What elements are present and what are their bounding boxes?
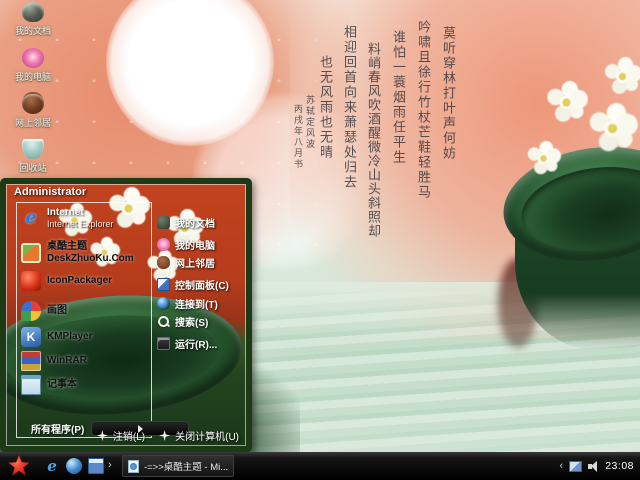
- network-tray-icon[interactable]: [569, 460, 583, 472]
- theme-icon: [21, 242, 41, 263]
- my-documents-icon: [157, 216, 170, 229]
- my-documents-icon: [22, 2, 44, 22]
- volume-tray-icon[interactable]: [588, 460, 599, 472]
- start-button[interactable]: [8, 455, 30, 476]
- calligraphy-column: 吟啸且徐行竹杖芒鞋轻胜马: [415, 20, 430, 200]
- menu-item-paint[interactable]: 画图: [21, 301, 147, 321]
- ie-document-icon: [128, 459, 139, 473]
- menu-item-notepad[interactable]: 记事本: [21, 375, 147, 395]
- menu-item-title: WinRAR: [47, 355, 87, 367]
- menu-item-subtitle: Internet Explorer: [47, 218, 114, 229]
- network-places-icon: [22, 94, 44, 114]
- flower-blossom: [559, 95, 574, 110]
- menu-item-search[interactable]: 搜索(S): [157, 314, 251, 329]
- my-computer-icon: [22, 48, 44, 68]
- menu-item-label: 控制面板(C): [175, 281, 229, 292]
- menu-item-title: 记事本: [47, 379, 77, 391]
- tray-chevron-icon[interactable]: ‹: [560, 460, 564, 472]
- desktop-icon-my-documents[interactable]: 我的文档: [2, 2, 64, 46]
- taskbar: e › -=>>桌酷主题 - Mi... ‹ 23:08: [0, 452, 640, 480]
- start-menu-pinned-panel: e Internet Internet Explorer 桌酷主题DeskZhu…: [16, 202, 152, 438]
- menu-item-iconpackager[interactable]: IconPackager: [21, 271, 147, 291]
- menu-item-title: 画图: [47, 305, 67, 317]
- task-button-ie-window[interactable]: -=>>桌酷主题 - Mi...: [122, 455, 234, 477]
- menu-item-label: 连接到(T): [175, 300, 218, 311]
- paint-icon: [21, 301, 41, 321]
- menu-item-internet[interactable]: e Internet Internet Explorer: [21, 207, 147, 229]
- quick-launch-overflow-chevron[interactable]: ›: [108, 459, 112, 471]
- star-icon: [96, 430, 108, 441]
- kmplayer-icon: K: [21, 327, 41, 347]
- desktop-icon-recycle-bin[interactable]: 回收站: [2, 139, 64, 183]
- taskbar-clock: 23:08: [605, 460, 634, 472]
- start-menu-content: Administrator e Internet Internet Explor…: [6, 184, 246, 446]
- calligraphy-signature: 丙戌年八月书: [292, 104, 302, 170]
- menu-item-control-panel[interactable]: 控制面板(C): [157, 277, 251, 292]
- all-programs-label: 所有程序(P): [31, 425, 85, 436]
- desktop: 莫听穿林打叶声何妨 吟啸且徐行竹杖芒鞋轻胜马 谁怕一蓑烟雨任平生 料峭春风吹酒醒…: [0, 0, 640, 480]
- start-menu-footer: 注销(L) 关闭计算机(U): [96, 428, 239, 443]
- iconpackager-icon: [21, 271, 41, 291]
- start-menu-username: Administrator: [14, 186, 87, 198]
- menu-item-run[interactable]: 运行(R)...: [157, 336, 251, 351]
- menu-item-label: 我的电脑: [175, 241, 215, 252]
- system-tray: ‹ 23:08: [560, 452, 638, 480]
- notepad-icon: [21, 375, 41, 395]
- menu-item-label: 我的文档: [175, 219, 215, 230]
- calligraphy-column: 也无风雨也无晴: [317, 55, 332, 160]
- menu-item-my-computer[interactable]: 我的电脑: [157, 237, 251, 252]
- my-computer-icon: [157, 238, 170, 251]
- network-places-icon: [157, 256, 170, 269]
- start-menu: Administrator e Internet Internet Explor…: [0, 178, 252, 452]
- menu-item-network-places[interactable]: 网上邻居: [157, 255, 251, 270]
- flower-blossom: [537, 152, 550, 165]
- calligraphy-column: 相迎回首向来萧瑟处归去: [341, 25, 356, 190]
- desktop-icon-label: 我的文档: [14, 26, 51, 36]
- turn-off-label: 关闭计算机(U): [175, 432, 239, 443]
- calligraphy-signature: 苏轼定风波: [304, 95, 314, 150]
- desktop-icon-label: 我的电脑: [14, 72, 51, 82]
- star-icon: [159, 430, 171, 441]
- menu-item-connect-to[interactable]: 连接到(T): [157, 296, 251, 311]
- desktop-icon-my-computer[interactable]: 我的电脑: [2, 48, 64, 92]
- desktop-icon-network-places[interactable]: 网上邻居: [2, 94, 64, 138]
- desktop-icon-label: 网上邻居: [14, 118, 51, 128]
- menu-item-label: 网上邻居: [175, 259, 215, 270]
- menu-item-kmplayer[interactable]: K KMPlayer: [21, 327, 147, 347]
- log-off-label: 注销(L): [112, 432, 146, 443]
- search-icon: [157, 315, 170, 328]
- desktop-icon-label: 回收站: [19, 163, 47, 173]
- task-button-label: -=>>桌酷主题 - Mi...: [143, 462, 228, 473]
- flower-blossom: [616, 70, 629, 83]
- menu-item-title: Internet: [47, 207, 84, 218]
- menu-item-label: 搜索(S): [175, 318, 209, 329]
- turn-off-computer-button[interactable]: 关闭计算机(U): [159, 428, 239, 443]
- menu-item-title: KMPlayer: [47, 331, 93, 343]
- globe-icon: [157, 297, 170, 310]
- flower-blossom: [604, 120, 621, 137]
- menu-item-my-documents[interactable]: 我的文档: [157, 215, 251, 230]
- quick-launch-window-icon[interactable]: [88, 458, 104, 474]
- calligraphy-column: 莫听穿林打叶声何妨: [440, 26, 455, 161]
- winrar-icon: [21, 351, 41, 371]
- menu-item-title: 桌酷主题DeskZhuoKu.Com: [47, 241, 134, 264]
- menu-item-deskzhuoku-theme[interactable]: 桌酷主题DeskZhuoKu.Com: [21, 241, 147, 264]
- internet-explorer-icon: e: [25, 206, 37, 228]
- menu-item-title: IconPackager: [47, 275, 113, 287]
- control-panel-icon: [157, 278, 170, 291]
- log-off-button[interactable]: 注销(L): [96, 428, 146, 443]
- recycle-bin-icon: [22, 139, 44, 159]
- quick-launch-ie-icon[interactable]: e: [44, 458, 60, 474]
- calligraphy-column: 谁怕一蓑烟雨任平生: [390, 30, 405, 165]
- calligraphy-column: 料峭春风吹酒醒微冷山头斜照却: [365, 42, 380, 238]
- menu-item-winrar[interactable]: WinRAR: [21, 351, 147, 371]
- menu-item-label: 运行(R)...: [175, 340, 218, 351]
- run-icon: [157, 337, 170, 350]
- quick-launch-globe-icon[interactable]: [66, 458, 82, 474]
